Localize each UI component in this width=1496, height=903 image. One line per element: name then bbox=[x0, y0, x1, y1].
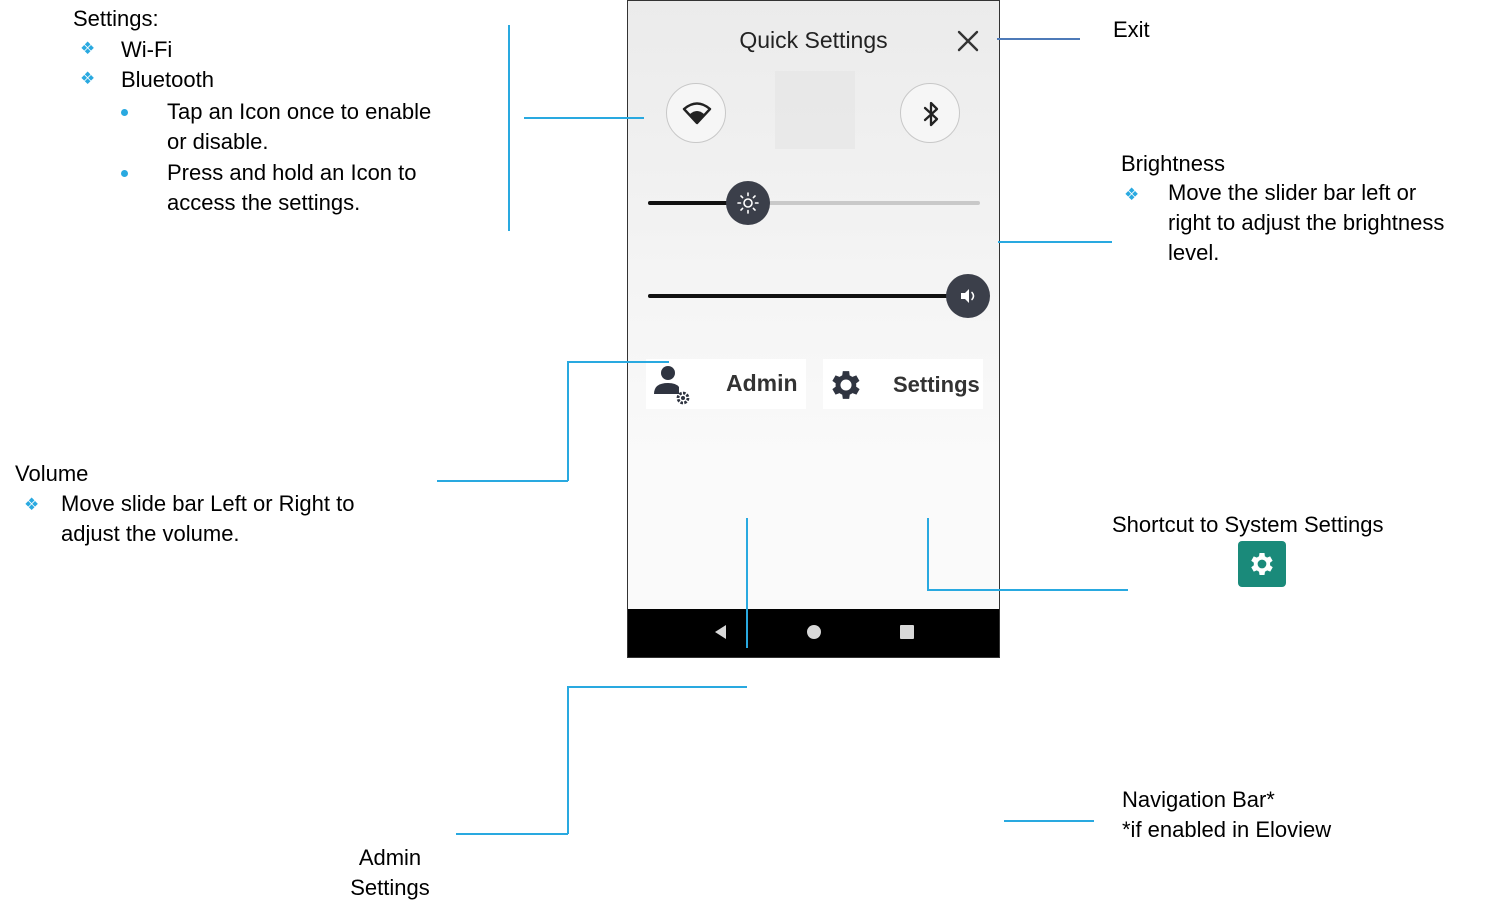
settings-annotation: Settings: ❖ Wi-Fi ❖ Bluetooth Tap an Ico… bbox=[73, 4, 513, 224]
quick-settings-panel: Quick Settings Admin Settings bbox=[627, 0, 1000, 658]
admin-button[interactable]: Admin bbox=[646, 359, 806, 409]
volume-line2: adjust the volume. bbox=[61, 521, 240, 546]
settings-label: Settings bbox=[893, 372, 980, 397]
brightness-line3: level. bbox=[1168, 240, 1220, 265]
admin-label: Admin bbox=[726, 370, 798, 396]
navbar-line2: *if enabled in Eloview bbox=[1122, 817, 1332, 842]
admin-settings-annotation: Admin Settings bbox=[330, 843, 450, 903]
brightness-line1: Move the slider bar left or bbox=[1168, 180, 1417, 205]
leader-line bbox=[508, 25, 510, 231]
brightness-line2: right to adjust the brightness bbox=[1168, 210, 1445, 235]
diamond-bullet-icon: ❖ bbox=[1124, 185, 1140, 204]
bluetooth-icon bbox=[923, 101, 939, 127]
leader-line bbox=[927, 589, 1128, 591]
leader-line bbox=[567, 686, 747, 688]
diamond-bullet-icon: ❖ bbox=[24, 495, 40, 514]
shortcut-annotation: Shortcut to System Settings bbox=[1112, 512, 1384, 537]
volume-thumb[interactable] bbox=[946, 274, 990, 318]
leader-line bbox=[746, 518, 748, 648]
brightness-icon bbox=[736, 192, 759, 214]
exit-annotation: Exit bbox=[1113, 17, 1150, 42]
tip-hold-line2: access the settings. bbox=[167, 190, 361, 215]
back-icon[interactable] bbox=[712, 622, 730, 642]
wifi-toggle-button[interactable] bbox=[666, 83, 726, 143]
home-icon[interactable] bbox=[804, 622, 824, 642]
tip-hold-line1: Press and hold an Icon to bbox=[167, 160, 417, 185]
navigation-bar bbox=[628, 609, 999, 657]
navbar-annotation: Navigation Bar* *if enabled in Eloview bbox=[1122, 785, 1422, 845]
bullet-dot-icon bbox=[121, 170, 128, 177]
admin-icon bbox=[654, 366, 690, 405]
brightness-heading: Brightness bbox=[1121, 151, 1225, 176]
brightness-thumb[interactable] bbox=[725, 181, 770, 225]
bullet-dot-icon bbox=[121, 109, 128, 116]
empty-tile bbox=[775, 71, 855, 149]
recents-icon[interactable] bbox=[897, 622, 917, 642]
quick-settings-title: Quick Settings bbox=[739, 27, 888, 53]
leader-line bbox=[456, 833, 568, 835]
volume-icon bbox=[961, 289, 975, 303]
leader-line bbox=[567, 361, 569, 481]
diamond-bullet-icon: ❖ bbox=[80, 69, 96, 88]
bluetooth-toggle-button[interactable] bbox=[900, 83, 960, 143]
system-settings-shortcut-icon bbox=[1238, 541, 1286, 587]
volume-heading: Volume bbox=[15, 461, 89, 486]
leader-line bbox=[524, 117, 644, 119]
volume-line1: Move slide bar Left or Right to bbox=[61, 491, 355, 516]
gear-icon bbox=[832, 371, 860, 399]
volume-fill bbox=[648, 294, 968, 298]
navbar-line1: Navigation Bar* bbox=[1122, 787, 1275, 812]
gear-icon bbox=[1251, 553, 1273, 575]
leader-line bbox=[927, 518, 929, 590]
admin-settings-line1: Admin bbox=[358, 845, 422, 870]
settings-item-label: Wi-Fi bbox=[121, 37, 173, 62]
brightness-annotation: Brightness ❖ Move the slider bar left or… bbox=[1121, 149, 1496, 269]
close-icon[interactable] bbox=[955, 28, 981, 54]
leader-line bbox=[998, 241, 1112, 243]
diamond-bullet-icon: ❖ bbox=[80, 39, 96, 58]
wifi-icon bbox=[682, 102, 712, 125]
volume-annotation: Volume ❖ Move slide bar Left or Right to… bbox=[15, 459, 435, 559]
admin-settings-line2: Settings bbox=[350, 875, 430, 900]
leader-line bbox=[1004, 820, 1094, 822]
leader-line bbox=[567, 686, 569, 834]
leader-line bbox=[997, 38, 1080, 40]
tip-tap-line1: Tap an Icon once to enable bbox=[167, 99, 432, 124]
leader-line bbox=[437, 480, 568, 482]
leader-line bbox=[567, 361, 669, 363]
settings-heading: Settings: bbox=[73, 6, 159, 31]
settings-item-label: Bluetooth bbox=[121, 67, 214, 92]
settings-button[interactable]: Settings bbox=[823, 359, 983, 409]
tip-tap-line2: or disable. bbox=[167, 129, 269, 154]
